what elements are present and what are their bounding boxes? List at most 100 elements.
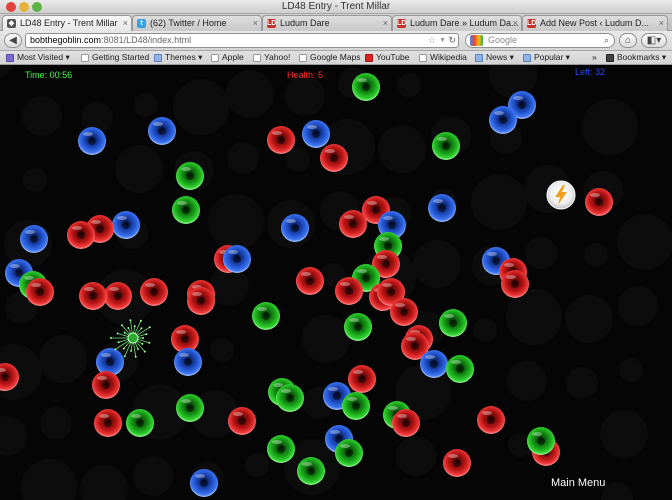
tab-label: LD48 Entry - Trent Millar	[20, 18, 118, 28]
window-titlebar: LD48 Entry - Trent Millar	[0, 0, 672, 14]
close-tab-icon[interactable]: ×	[513, 16, 518, 30]
bookmark-getting-started[interactable]: Getting Started	[81, 51, 149, 64]
page-icon	[81, 54, 89, 62]
bookmark-wikipedia[interactable]: Wikipedia	[419, 51, 467, 64]
bookmark-popular[interactable]: Popular ▾	[523, 51, 570, 64]
blue-bubble	[78, 127, 106, 155]
url-bar[interactable]: bobthegoblin.com:8081/LD48/index.html ☆ …	[25, 33, 459, 48]
bookmark-apple[interactable]: Apple	[211, 51, 244, 64]
close-tab-icon[interactable]: ×	[383, 16, 388, 30]
bookmarks-icon	[606, 54, 614, 62]
main-menu-button[interactable]: Main Menu	[551, 477, 605, 489]
blue-bubble	[190, 469, 218, 497]
bookmark-most-visited[interactable]: Most Visited ▾	[6, 51, 70, 64]
blue-bubble	[223, 245, 251, 273]
tab-label: Ludum Dare	[280, 18, 330, 28]
green-bubble	[439, 309, 467, 337]
red-bubble	[267, 126, 295, 154]
red-bubble	[339, 210, 367, 238]
bookmarks-overflow-chevron-icon[interactable]: »	[592, 51, 597, 64]
red-bubble	[335, 277, 363, 305]
google-engine-icon[interactable]	[470, 35, 483, 46]
reload-icon[interactable]: ↻	[448, 34, 456, 47]
url-path: :8081/LD48/index.html	[101, 35, 192, 45]
window-title: LD48 Entry - Trent Millar	[281, 1, 391, 12]
youtube-icon	[365, 54, 373, 62]
search-icon[interactable]: ⌕	[604, 34, 609, 47]
green-bubble	[267, 435, 295, 463]
bookmark-google-maps[interactable]: Google Maps	[299, 51, 361, 64]
tab-label: (62) Twitter / Home	[150, 18, 227, 28]
green-bubble	[297, 457, 325, 485]
url-dropdown-icon[interactable]: ▼	[439, 34, 446, 47]
bookmarks-toolbar: Most Visited ▾ Getting Started Themes ▾ …	[0, 51, 672, 65]
search-input[interactable]: Google ⌕	[465, 33, 615, 48]
close-tab-icon[interactable]: ×	[123, 16, 128, 30]
green-bubble	[172, 196, 200, 224]
page-icon	[253, 54, 261, 62]
green-bubble	[446, 355, 474, 383]
blue-bubble	[20, 225, 48, 253]
close-tab-icon[interactable]: ×	[253, 16, 258, 30]
red-bubble	[26, 278, 54, 306]
minimize-window-button[interactable]	[19, 2, 29, 12]
page-icon	[211, 54, 219, 62]
tab-label: Ludum Dare » Ludum Da...	[410, 18, 519, 28]
red-bubble	[585, 188, 613, 216]
bookmark-star-icon[interactable]: ☆	[428, 34, 436, 47]
game-favicon-icon: ◆	[7, 19, 16, 28]
time-readout: Time: 00:56	[25, 70, 73, 80]
blue-bubble	[489, 106, 517, 134]
tab-add-new-post[interactable]: LD Add New Post ‹ Ludum D... ×	[522, 15, 668, 31]
ld-favicon-icon: LD	[397, 19, 407, 28]
red-bubble	[67, 221, 95, 249]
green-bubble	[276, 384, 304, 412]
zoom-window-button[interactable]	[32, 2, 42, 12]
tab-bar: ◆ LD48 Entry - Trent Millar × t (62) Twi…	[0, 14, 672, 31]
green-bubble	[352, 73, 380, 101]
red-bubble	[392, 409, 420, 437]
ld-favicon-icon: LD	[527, 19, 537, 28]
blue-bubble	[420, 350, 448, 378]
bookmark-youtube[interactable]: YouTube	[365, 51, 409, 64]
red-bubble	[296, 267, 324, 295]
red-bubble	[228, 407, 256, 435]
page-icon	[299, 54, 307, 62]
green-bubble	[252, 302, 280, 330]
folder-icon	[523, 54, 531, 62]
bookmark-themes[interactable]: Themes ▾	[154, 51, 202, 64]
addon-menu-button[interactable]: ◧▾	[641, 33, 667, 48]
red-bubble	[501, 270, 529, 298]
red-bubble	[79, 282, 107, 310]
bookmark-yahoo[interactable]: Yahoo!	[253, 51, 290, 64]
navigation-bar: ◀ bobthegoblin.com:8081/LD48/index.html …	[0, 31, 672, 51]
green-bubble	[432, 132, 460, 160]
remaining-count-readout: Left: 32	[575, 67, 606, 77]
ld-favicon-icon: LD	[267, 19, 277, 28]
red-bubble	[92, 371, 120, 399]
url-host: bobthegoblin.com	[30, 35, 102, 45]
red-bubble	[348, 365, 376, 393]
close-window-button[interactable]	[6, 2, 16, 12]
tab-ld48-entry[interactable]: ◆ LD48 Entry - Trent Millar ×	[2, 15, 132, 31]
green-bubble	[335, 439, 363, 467]
green-bubble	[126, 409, 154, 437]
back-button[interactable]: ◀	[4, 33, 22, 48]
folder-icon	[154, 54, 162, 62]
home-button[interactable]: ⌂	[619, 33, 637, 48]
bookmark-news[interactable]: News ▾	[475, 51, 514, 64]
game-canvas[interactable]: Time: 00:56 Health: 5 Left: 32 Main Menu	[0, 65, 672, 500]
blue-bubble	[174, 348, 202, 376]
tab-ludum-dare[interactable]: LD Ludum Dare ×	[262, 15, 392, 31]
most-visited-icon	[6, 54, 14, 62]
green-bubble	[344, 313, 372, 341]
health-readout: Health: 5	[287, 70, 324, 80]
lightning-powerup	[546, 180, 576, 210]
bookmarks-menu[interactable]: Bookmarks ▾	[606, 51, 666, 64]
tab-twitter[interactable]: t (62) Twitter / Home ×	[132, 15, 262, 31]
green-bubble	[342, 392, 370, 420]
tab-ludum-dare-2[interactable]: LD Ludum Dare » Ludum Da... ×	[392, 15, 522, 31]
close-tab-icon[interactable]: ×	[659, 16, 664, 30]
page-icon	[419, 54, 427, 62]
red-bubble	[104, 282, 132, 310]
